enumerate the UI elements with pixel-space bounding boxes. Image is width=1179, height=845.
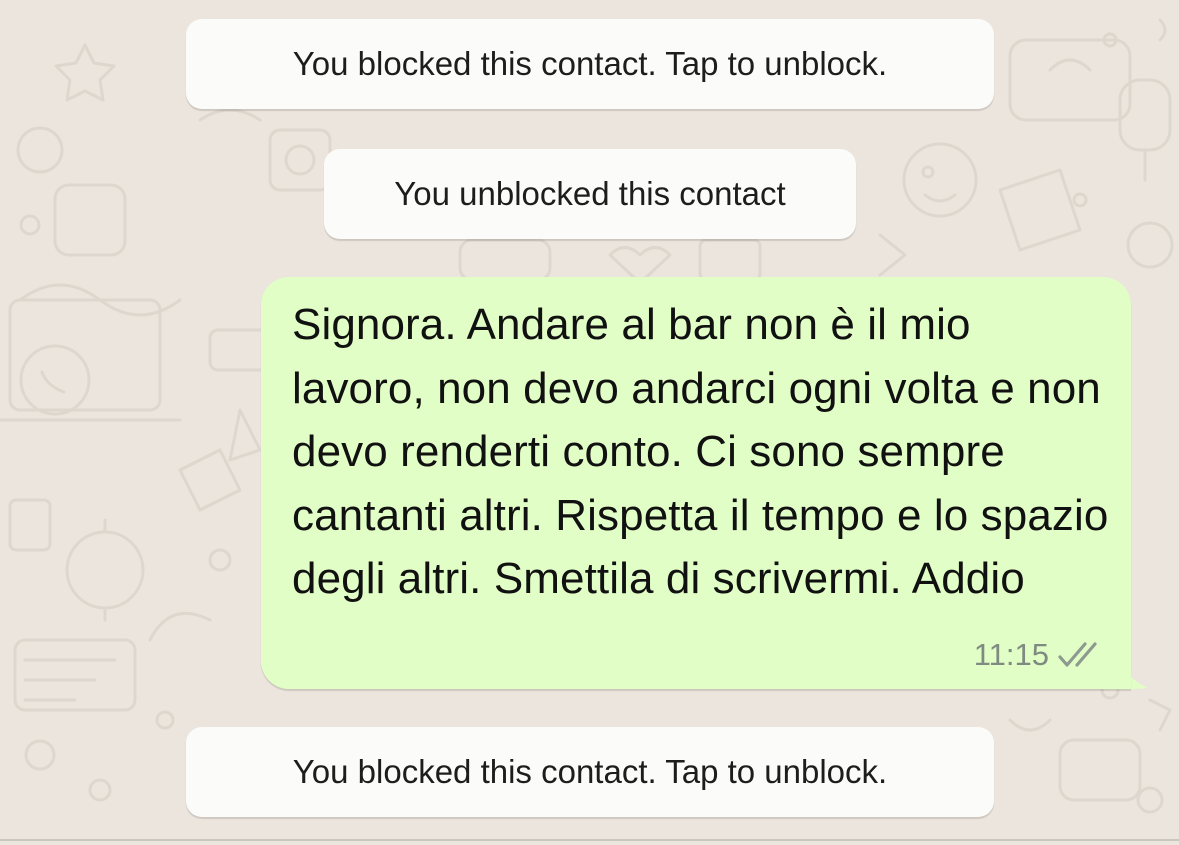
message-meta: 11:15 [974,637,1101,673]
blocked-contact-notice[interactable]: You blocked this contact. Tap to unblock… [186,727,994,817]
unblocked-contact-notice: You unblocked this contact [324,149,856,239]
divider [0,839,1179,841]
blocked-contact-notice-text: You blocked this contact. Tap to unblock… [292,753,888,790]
chat-view: You blocked this contact. Tap to unblock… [0,0,1179,845]
unblocked-contact-notice-text: You unblocked this contact [394,175,786,212]
double-check-icon [1058,642,1097,667]
blocked-contact-notice[interactable]: You blocked this contact. Tap to unblock… [186,19,994,109]
blocked-contact-notice-text: You blocked this contact. Tap to unblock… [292,45,888,82]
outgoing-message-bubble[interactable]: Signora. Andare al bar non è il mio lavo… [261,277,1131,689]
message-time: 11:15 [973,637,1049,672]
message-text: Signora. Andare al bar non è il mio lavo… [292,300,1109,603]
